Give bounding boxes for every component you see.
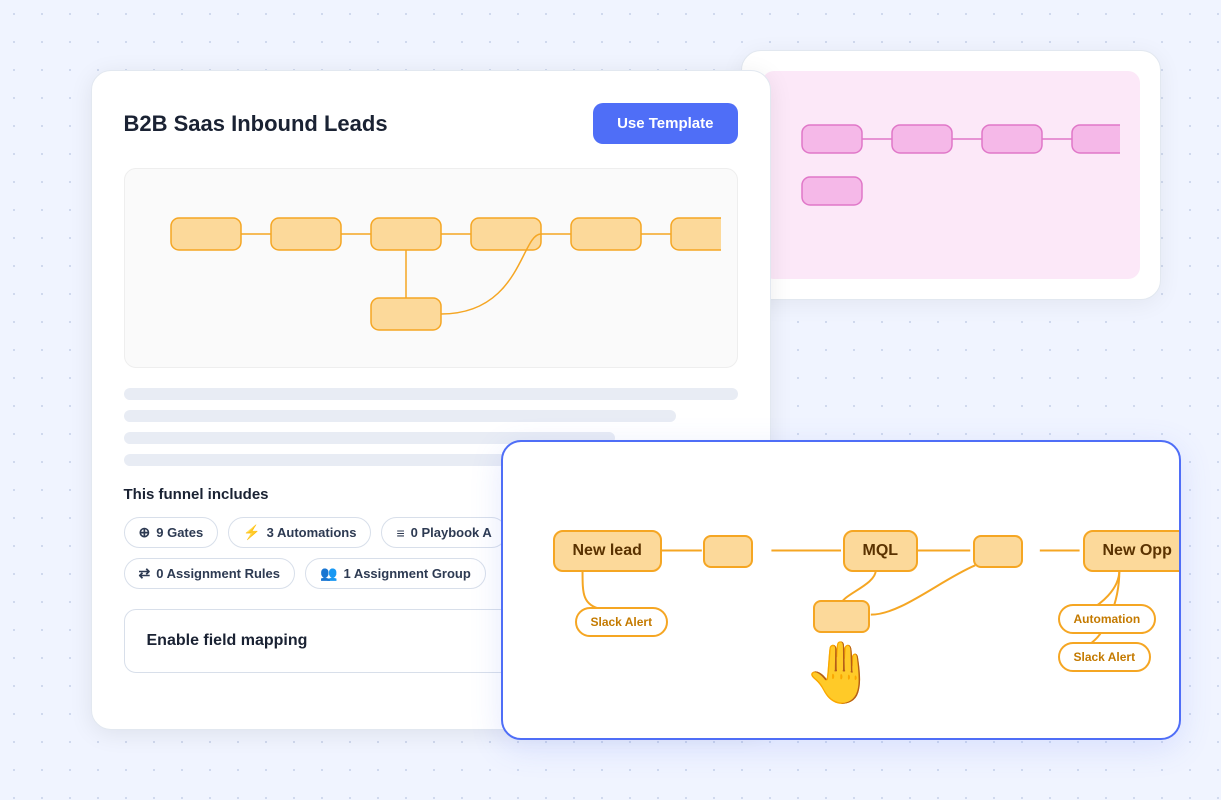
tag-assignment-group-label: 1 Assignment Group (343, 566, 470, 581)
pink-flow-svg (782, 105, 1120, 245)
card-title: B2B Saas Inbound Leads (124, 111, 388, 137)
tag-gates: ⊕ 9 Gates (124, 517, 219, 548)
tag-playbook-label: 0 Playbook A (411, 525, 492, 540)
tag-assignment-rules: ⇄ 0 Assignment Rules (124, 558, 296, 589)
node-slack-alert-2: Slack Alert (1058, 642, 1152, 672)
tag-automations: ⚡ 3 Automations (228, 517, 371, 548)
tag-automations-label: 3 Automations (267, 525, 357, 540)
pink-card-inner (762, 71, 1140, 279)
node-new-lead: New lead (553, 530, 662, 572)
node-mid-1 (703, 535, 753, 568)
node-bottom (813, 600, 870, 633)
node-automation: Automation (1058, 604, 1157, 634)
use-template-button[interactable]: Use Template (593, 103, 737, 144)
skeleton-line-1 (124, 388, 738, 400)
assignment-group-icon: 👥 (320, 565, 337, 582)
hand-cursor-icon: 🤚 (803, 637, 878, 708)
detail-card: New lead MQL New Opp Slack Alert Automat… (501, 440, 1181, 740)
mini-flow-svg (141, 178, 721, 358)
tag-playbook: ≡ 0 Playbook A (381, 517, 506, 548)
skeleton-line-4 (124, 454, 554, 466)
automations-icon: ⚡ (243, 524, 260, 541)
node-slack-alert-1: Slack Alert (575, 607, 669, 637)
node-new-opp: New Opp (1083, 530, 1181, 572)
gates-icon: ⊕ (139, 524, 151, 541)
field-mapping-label: Enable field mapping (147, 632, 308, 650)
node-mid-2 (973, 535, 1023, 568)
mini-flow-diagram (124, 168, 738, 368)
playbook-icon: ≡ (396, 525, 404, 541)
skeleton-line-2 (124, 410, 677, 422)
tag-assignment-group: 👥 1 Assignment Group (305, 558, 486, 589)
assignment-rules-icon: ⇄ (139, 565, 151, 582)
node-mql: MQL (843, 530, 919, 572)
tag-assignment-rules-label: 0 Assignment Rules (156, 566, 280, 581)
card-header: B2B Saas Inbound Leads Use Template (124, 103, 738, 144)
scene: B2B Saas Inbound Leads Use Template (61, 40, 1161, 760)
pink-card (741, 50, 1161, 300)
tag-gates-label: 9 Gates (156, 525, 203, 540)
